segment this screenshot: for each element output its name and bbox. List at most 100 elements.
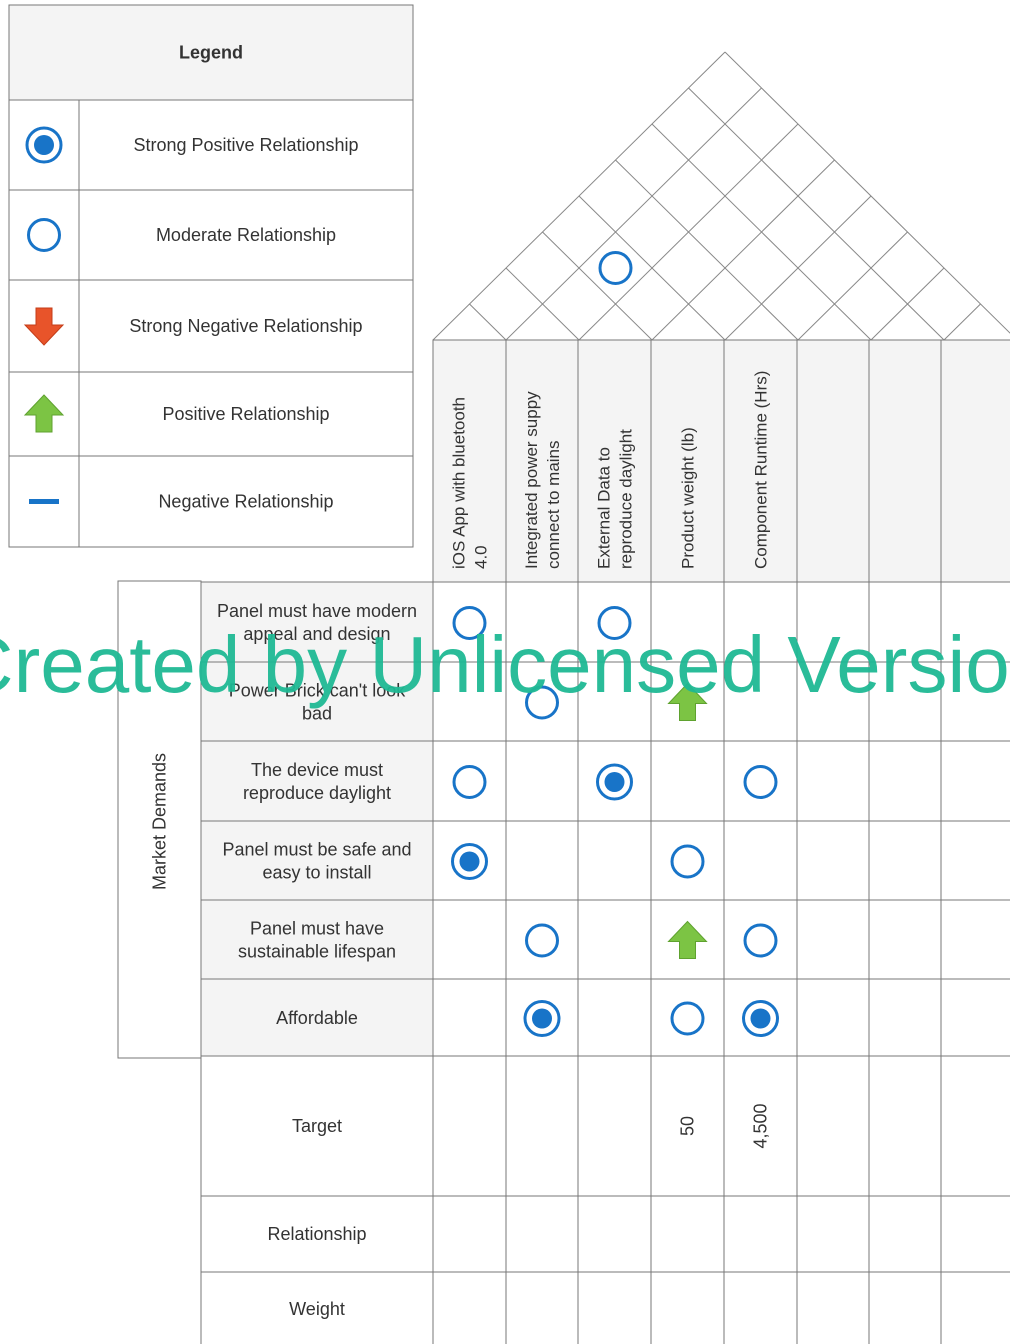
relationship-cell: [940, 740, 1010, 822]
column-header-cell: [940, 339, 1010, 583]
watermark-text: Created by Unlicensed Version: [0, 620, 1010, 709]
target-cell: [432, 1055, 507, 1197]
target-cell: [505, 1055, 579, 1197]
column-header-line: Integrated power suppy: [522, 391, 541, 569]
demand-label-line: The device must: [251, 760, 383, 780]
target-cell: [940, 1055, 1010, 1197]
demand-label-cell: [200, 820, 434, 901]
demand-label-line: Panel must have: [250, 918, 384, 938]
legend-item-label: Positive Relationship: [162, 404, 329, 424]
column-header-line: Component Runtime (Hrs): [752, 371, 771, 569]
relationship-cell: [650, 1195, 725, 1273]
moderate-icon: [670, 1001, 705, 1036]
section-label: Market Demands: [150, 753, 170, 890]
demand-label-line: Panel must be safe and: [222, 839, 411, 859]
moderate-icon: [743, 923, 778, 958]
weight-label: Weight: [289, 1299, 345, 1319]
demand-label-line: reproduce daylight: [243, 783, 391, 803]
relationship-cell: [723, 820, 798, 901]
demand-label-line: sustainable lifespan: [238, 941, 396, 961]
demand-label-cell: [200, 899, 434, 980]
relationship-cell: [868, 899, 942, 980]
roof-line: [615, 159, 799, 341]
relationship-cell: [577, 899, 652, 980]
moderate-icon: [452, 765, 487, 799]
relationship-cell: [432, 899, 507, 980]
moderate-icon: [598, 251, 633, 285]
target-value: 4,500: [751, 1103, 771, 1148]
relationship-cell: [432, 1195, 507, 1273]
legend-item-label: Moderate Relationship: [156, 225, 336, 245]
relationship-cell: [796, 740, 870, 822]
negative-icon: [29, 499, 59, 504]
roof-line: [542, 231, 653, 341]
relationship-cell: [940, 820, 1010, 901]
roof-line: [688, 87, 945, 341]
relationship-cell: [723, 1195, 798, 1273]
relationship-cell: [505, 820, 579, 901]
strong-positive-icon: [523, 1000, 561, 1037]
target-value: 50: [678, 1116, 698, 1136]
column-header-line: Product weight (lb): [679, 427, 698, 569]
relationship-cell: [796, 820, 870, 901]
watermark-layer: Created by Unlicensed Version: [0, 620, 1010, 709]
legend: Legend Strong Positive Relationship Modera…: [8, 4, 414, 548]
relationship-cell: [868, 740, 942, 822]
column-header-cell: [796, 339, 870, 583]
strong-positive-icon: [596, 763, 633, 801]
legend-item-label: Negative Relationship: [158, 492, 333, 512]
column-header-cell: [577, 339, 652, 583]
weight-cell: [796, 1271, 870, 1344]
roof-line: [469, 303, 507, 341]
relationship-cell: [868, 978, 942, 1057]
column-header-line: reproduce daylight: [617, 429, 636, 569]
relationship-cell: [650, 740, 725, 822]
roof-line: [797, 231, 908, 341]
column-header-line: connect to mains: [544, 440, 563, 569]
relationship-cell: [868, 820, 942, 901]
relationship-cell: [577, 978, 652, 1057]
roof-line: [724, 51, 1010, 334]
demand-label-line: easy to install: [262, 862, 371, 882]
strong-positive-icon: [451, 843, 488, 880]
column-header-line: External Data to: [595, 447, 614, 569]
moderate-icon: [525, 923, 559, 958]
strong-positive-icon: [25, 126, 63, 164]
relationship-cell: [577, 1195, 652, 1273]
column-header-cell: [868, 339, 942, 583]
column-header-line: 4.0: [472, 545, 491, 569]
weight-cell: [723, 1271, 798, 1344]
legend-item-label: Strong Negative Relationship: [129, 316, 362, 336]
relationship-cell: [505, 1195, 579, 1273]
correlation-roof: [432, 51, 1010, 341]
demand-label-line: Panel must have modern: [217, 601, 417, 621]
target-cell: [868, 1055, 942, 1197]
column-header-label: Component Runtime (Hrs): [752, 371, 771, 569]
moderate-icon: [743, 765, 778, 799]
roof-line: [651, 159, 835, 341]
weight-cell: [505, 1271, 579, 1344]
weight-cell: [432, 1271, 507, 1344]
legend-item-label: Strong Positive Relationship: [133, 135, 358, 155]
weight-cell: [868, 1271, 942, 1344]
relationship-cell: [796, 899, 870, 980]
weight-cell: [650, 1271, 725, 1344]
column-header-label: Product weight (lb): [679, 427, 698, 569]
strong-positive-icon: [742, 1000, 779, 1037]
relationship-cell: [796, 1195, 870, 1273]
demand-label-cell: [200, 740, 434, 822]
roof-line: [943, 303, 981, 341]
relationship-label: Relationship: [267, 1224, 366, 1244]
weight-cell: [577, 1271, 652, 1344]
roof-line: [505, 87, 762, 341]
column-header-line: iOS App with bluetooth: [450, 397, 469, 569]
relationship-cell: [940, 1195, 1010, 1273]
moderate-icon: [27, 218, 61, 252]
relationship-cell: [796, 978, 870, 1057]
weight-cell: [940, 1271, 1010, 1344]
target-label: Target: [292, 1116, 342, 1136]
relationship-cell: [432, 978, 507, 1057]
target-cell: [577, 1055, 652, 1197]
house-of-quality-diagram: Legend Strong Positive Relationship Modera…: [0, 4, 1010, 1344]
relationship-cell: [577, 820, 652, 901]
